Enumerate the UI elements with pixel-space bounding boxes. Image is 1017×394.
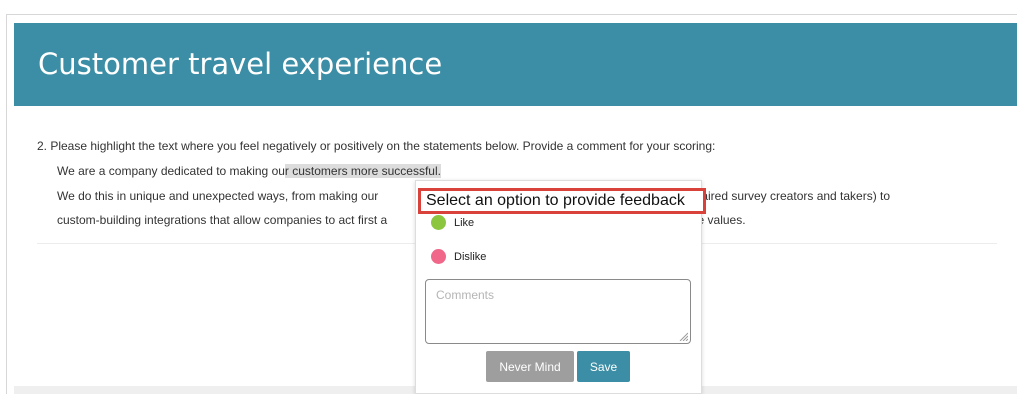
highlighted-text[interactable]: r customers more successful. <box>284 164 441 178</box>
like-option[interactable]: Like <box>431 215 474 230</box>
question-text: 2. Please highlight the text where you f… <box>37 139 716 153</box>
dislike-dot-icon[interactable] <box>431 249 446 264</box>
feedback-popup-title: Select an option to provide feedback <box>418 188 706 214</box>
comments-input[interactable] <box>425 279 691 344</box>
statement-text[interactable]: We do this in unique and unexpected ways… <box>57 189 382 203</box>
statement-text[interactable]: We are a company dedicated to making ou <box>57 164 285 178</box>
survey-header: Customer travel experience <box>14 23 1017 106</box>
save-button[interactable]: Save <box>577 351 630 382</box>
dislike-label: Dislike <box>454 250 487 263</box>
statement-line-1[interactable]: We are a company dedicated to making our… <box>57 164 441 178</box>
resize-grip-icon[interactable] <box>678 331 688 341</box>
never-mind-button[interactable]: Never Mind <box>486 351 574 382</box>
like-label: Like <box>454 216 475 229</box>
like-dot-icon[interactable] <box>431 215 446 230</box>
statement-text[interactable]: custom-building integrations that allow … <box>57 213 387 227</box>
dislike-option[interactable]: Dislike <box>431 249 486 264</box>
page-title: Customer travel experience <box>38 47 443 81</box>
